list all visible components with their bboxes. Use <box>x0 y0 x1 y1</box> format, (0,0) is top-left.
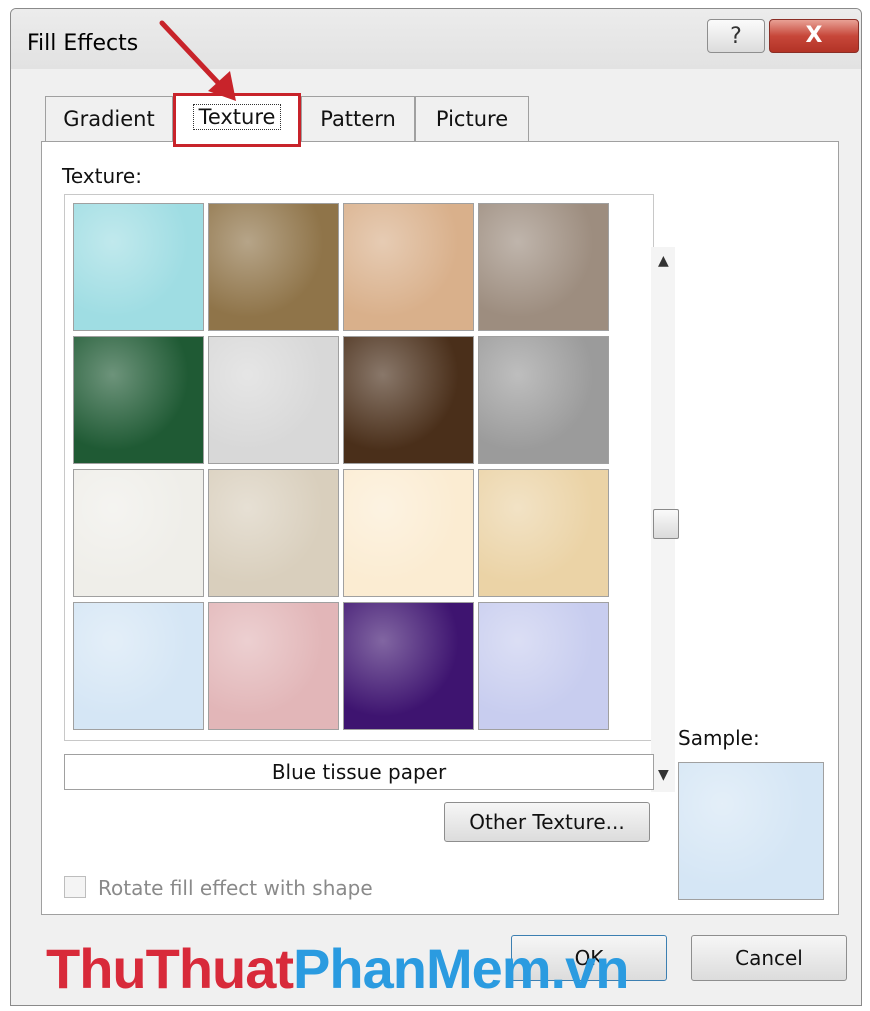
texture-grid: ▲ ▼ <box>64 194 679 792</box>
scroll-down-icon[interactable]: ▼ <box>658 767 669 783</box>
cancel-button[interactable]: Cancel <box>691 935 847 981</box>
texture-swatch[interactable] <box>73 336 204 464</box>
texture-panel: Texture: ▲ ▼ Blue tissue paper Other Tex… <box>41 141 839 915</box>
scroll-up-icon[interactable]: ▲ <box>658 253 669 269</box>
site-watermark: ThuThuatPhanMem.vn <box>46 937 629 1000</box>
fill-effects-dialog: Fill Effects ? X Gradient Texture Patter… <box>10 8 862 1006</box>
tab-pattern[interactable]: Pattern <box>301 96 415 142</box>
texture-swatch[interactable] <box>478 203 609 331</box>
texture-swatch[interactable] <box>73 602 204 730</box>
texture-swatch[interactable] <box>343 469 474 597</box>
texture-swatch[interactable] <box>343 336 474 464</box>
help-button[interactable]: ? <box>707 19 765 53</box>
title-bar: Fill Effects ? X <box>11 9 861 69</box>
arrow-annotation-icon <box>159 20 236 101</box>
texture-swatch[interactable] <box>208 203 339 331</box>
tab-picture[interactable]: Picture <box>415 96 529 142</box>
rotate-checkbox[interactable] <box>64 876 86 898</box>
texture-swatch[interactable] <box>343 602 474 730</box>
dialog-title: Fill Effects <box>27 31 139 56</box>
texture-swatch[interactable] <box>343 203 474 331</box>
other-texture-button[interactable]: Other Texture... <box>444 802 650 842</box>
texture-swatch[interactable] <box>208 469 339 597</box>
close-button[interactable]: X <box>769 19 859 53</box>
texture-swatch[interactable] <box>208 602 339 730</box>
texture-swatch[interactable] <box>73 469 204 597</box>
texture-swatch[interactable] <box>478 336 609 464</box>
texture-scrollbar[interactable]: ▲ ▼ <box>651 247 679 792</box>
sample-preview <box>678 762 824 900</box>
texture-swatch[interactable] <box>478 469 609 597</box>
texture-swatch[interactable] <box>208 336 339 464</box>
tab-gradient[interactable]: Gradient <box>45 96 173 142</box>
rotate-label: Rotate fill effect with shape <box>98 876 373 900</box>
scroll-thumb[interactable] <box>653 509 679 539</box>
texture-label: Texture: <box>62 164 142 188</box>
texture-swatch[interactable] <box>73 203 204 331</box>
sample-label: Sample: <box>678 726 760 750</box>
selected-texture-name: Blue tissue paper <box>64 754 654 790</box>
texture-swatch[interactable] <box>478 602 609 730</box>
